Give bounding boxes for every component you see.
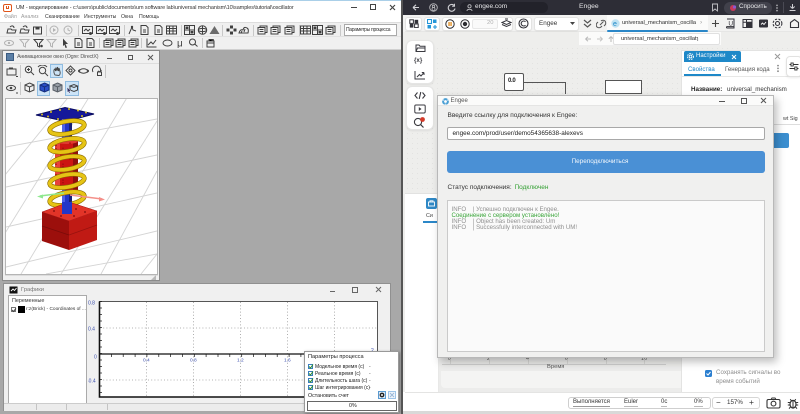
svg-text:0: 0 — [94, 355, 97, 361]
svg-text:1.2: 1.2 — [237, 358, 244, 364]
svg-text:e: e — [613, 21, 617, 28]
svg-text:0.4: 0.4 — [143, 358, 150, 364]
svg-text:0.4: 0.4 — [88, 327, 95, 333]
svg-text:-0.4: -0.4 — [88, 379, 96, 385]
svg-text:U: U — [728, 20, 733, 27]
svg-text:1.6: 1.6 — [284, 358, 291, 364]
svg-text:0.8: 0.8 — [190, 358, 197, 364]
svg-text:0.8: 0.8 — [88, 301, 95, 307]
svg-text:μ: μ — [177, 39, 183, 49]
